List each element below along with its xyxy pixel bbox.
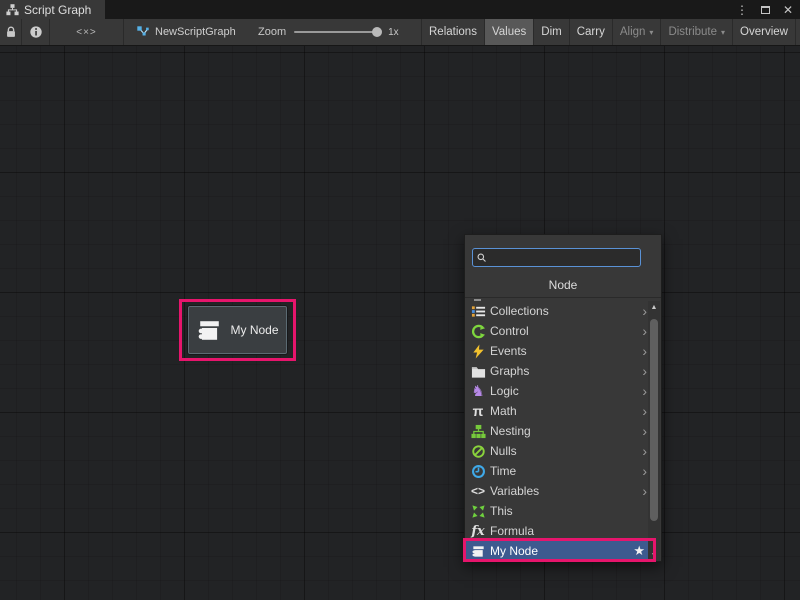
finder-item-collections[interactable]: Collections › (465, 301, 654, 321)
zoom-slider[interactable] (294, 31, 380, 33)
zoom-label: Zoom (258, 26, 286, 38)
script-graph-window: Script Graph ⋮ ✕ <×> (0, 0, 800, 600)
chevron-right-icon: › (642, 304, 647, 318)
finder-item-nulls[interactable]: Nulls › (465, 441, 654, 461)
scrollbar-thumb[interactable] (650, 319, 658, 521)
code-preview-button[interactable]: <×> (50, 19, 124, 45)
logic-icon: ♞ (470, 383, 486, 399)
events-icon (470, 343, 486, 359)
lock-button[interactable] (0, 19, 22, 45)
unit-icon (470, 543, 486, 559)
chevron-right-icon: › (642, 464, 647, 478)
control-icon (470, 323, 486, 339)
time-icon (470, 463, 486, 479)
finder-item-control[interactable]: Control › (465, 321, 654, 341)
chevron-right-icon: › (642, 344, 647, 358)
favorite-star-icon[interactable]: ★ (633, 543, 645, 559)
graph-node-my-node[interactable]: My Node (188, 306, 287, 354)
kebab-menu-icon[interactable]: ⋮ (734, 2, 750, 18)
chevron-right-icon: › (642, 424, 647, 438)
chevron-right-icon: › (642, 444, 647, 458)
divider (465, 297, 661, 298)
relations-button[interactable]: Relations (422, 19, 485, 45)
chevron-right-icon: › (642, 384, 647, 398)
hierarchy-graph-icon (6, 3, 19, 16)
nulls-icon (470, 443, 486, 459)
window-controls: ⋮ ✕ (734, 0, 796, 19)
graph-name-label: NewScriptGraph (155, 26, 236, 38)
zoom-slider-knob[interactable] (372, 27, 382, 37)
graph-reference[interactable]: NewScriptGraph (136, 19, 236, 45)
values-button[interactable]: Values (485, 19, 534, 45)
info-button[interactable] (22, 19, 50, 45)
math-icon: π (470, 403, 486, 419)
toolbar-buttons: Relations Values Dim Carry Align ▾ Distr… (421, 19, 800, 45)
lock-icon (4, 25, 18, 39)
align-dropdown-button[interactable]: Align ▾ (613, 19, 662, 45)
caret-down-icon: ▾ (721, 28, 725, 37)
graphs-icon (470, 363, 486, 379)
finder-item-math[interactable]: π Math › (465, 401, 654, 421)
scroll-up-icon[interactable]: ▲ (648, 301, 660, 313)
info-icon (29, 25, 43, 39)
finder-item-nesting[interactable]: Nesting › (465, 421, 654, 441)
this-icon (470, 503, 486, 519)
caret-down-icon: ▾ (649, 28, 653, 37)
finder-item-graphs[interactable]: Graphs › (465, 361, 654, 381)
script-graph-asset-icon (136, 25, 150, 39)
overview-button[interactable]: Overview (733, 19, 796, 45)
variables-icon: <> (470, 483, 486, 499)
distribute-dropdown-button[interactable]: Distribute ▾ (661, 19, 733, 45)
finder-list: Collections › Control › Events › (465, 301, 654, 561)
code-toggle-icon: <×> (76, 27, 97, 38)
finder-item-logic[interactable]: ♞ Logic › (465, 381, 654, 401)
scroll-down-icon[interactable]: ▼ (648, 549, 660, 561)
finder-item-variables[interactable]: <> Variables › (465, 481, 654, 501)
search-icon (476, 252, 487, 263)
finder-header: Node (465, 278, 661, 292)
annotation-box-node: My Node (179, 299, 296, 361)
carry-button[interactable]: Carry (570, 19, 613, 45)
node-title: My Node (230, 323, 278, 337)
tab-label: Script Graph (24, 3, 91, 17)
tab-script-graph[interactable]: Script Graph (0, 0, 105, 19)
chevron-right-icon: › (642, 364, 647, 378)
formula-icon: fx (470, 523, 486, 539)
finder-scrollbar[interactable]: ▲ ▼ (648, 301, 660, 561)
fuzzy-finder-popup: Node Collections › (464, 234, 662, 562)
graph-canvas[interactable] (0, 46, 800, 600)
maximize-icon[interactable] (757, 2, 773, 18)
search-field[interactable] (472, 248, 641, 267)
unit-icon (196, 317, 223, 344)
graph-toolbar: <×> NewScriptGraph Zoom 1x Relations Val… (0, 19, 800, 46)
finder-item-my-node[interactable]: My Node ★ (465, 541, 654, 561)
finder-item-time[interactable]: Time › (465, 461, 654, 481)
zoom-control: Zoom 1x (258, 19, 399, 45)
collections-icon (470, 303, 486, 319)
chevron-right-icon: › (642, 404, 647, 418)
finder-item-events[interactable]: Events › (465, 341, 654, 361)
zoom-value: 1x (388, 27, 399, 38)
nesting-icon (470, 423, 486, 439)
finder-item-this[interactable]: This (465, 501, 654, 521)
search-input[interactable] (487, 250, 637, 265)
dim-button[interactable]: Dim (534, 19, 569, 45)
finder-item-formula[interactable]: fx Formula (465, 521, 654, 541)
tab-bar: Script Graph ⋮ ✕ (0, 0, 800, 19)
chevron-right-icon: › (642, 484, 647, 498)
close-icon[interactable]: ✕ (780, 2, 796, 18)
chevron-right-icon: › (642, 324, 647, 338)
full-screen-button[interactable]: Full S (796, 19, 800, 45)
